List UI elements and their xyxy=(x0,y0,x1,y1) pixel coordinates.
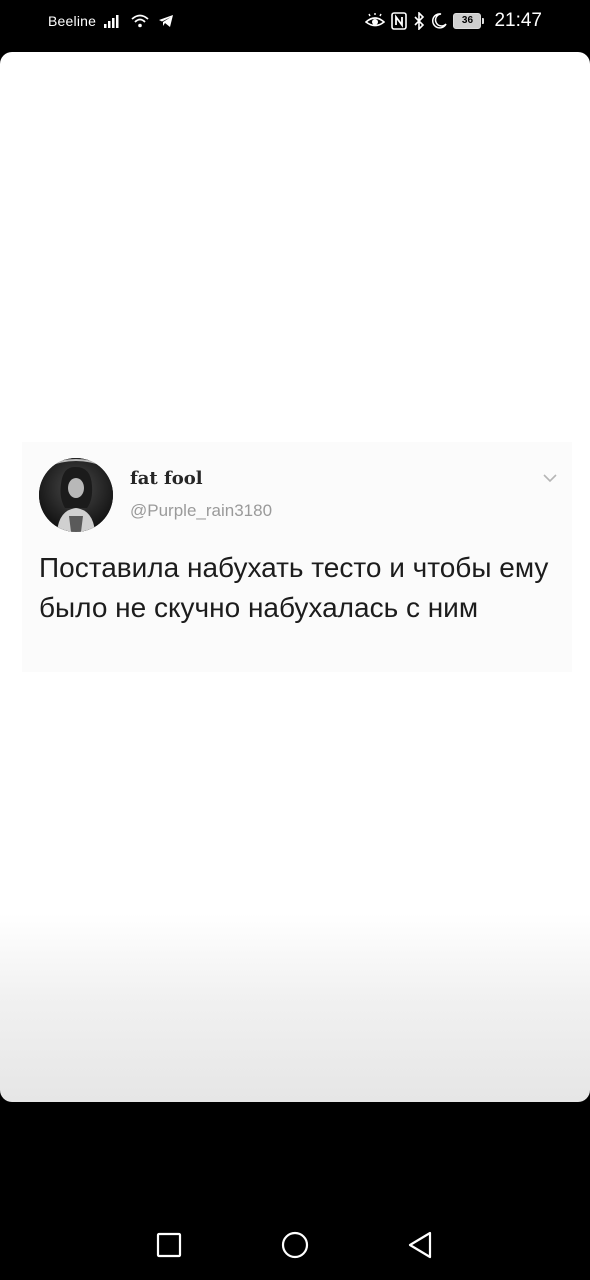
nfc-icon xyxy=(391,12,408,30)
telegram-icon xyxy=(158,14,174,28)
wifi-icon xyxy=(130,13,150,29)
avatar xyxy=(39,458,113,532)
user-handle: @Purple_rain3180 xyxy=(130,501,273,520)
chevron-down-icon xyxy=(542,470,558,488)
story-card[interactable]: fat fool @Purple_rain3180 Поставила набу… xyxy=(0,52,590,1102)
do-not-disturb-icon xyxy=(431,13,448,29)
carrier-name: Beeline xyxy=(48,13,97,29)
home-button[interactable] xyxy=(280,1230,310,1260)
tweet-screenshot: fat fool @Purple_rain3180 Поставила набу… xyxy=(22,442,572,672)
phone-screen: Beeline 36 21:47 fat fool @Purple_rain31… xyxy=(0,0,590,1280)
bluetooth-icon xyxy=(413,12,425,30)
status-bar: Beeline 36 21:47 xyxy=(0,0,590,46)
recent-apps-icon xyxy=(156,1232,182,1258)
status-right: 36 21:47 xyxy=(365,10,542,32)
battery-level: 36 xyxy=(453,13,482,29)
signal-icon xyxy=(104,14,122,28)
clock: 21:47 xyxy=(494,10,542,31)
battery-icon: 36 xyxy=(453,13,485,29)
back-button[interactable] xyxy=(405,1230,435,1260)
tweet-text: Поставила набухать тесто и чтобы ему был… xyxy=(39,552,549,623)
back-icon xyxy=(408,1231,432,1259)
home-icon xyxy=(281,1231,309,1259)
battery-tip xyxy=(482,18,485,24)
display-name: fat fool xyxy=(130,468,203,489)
status-left: Beeline xyxy=(48,13,174,29)
eye-comfort-icon xyxy=(365,13,386,29)
recent-apps-button[interactable] xyxy=(154,1230,184,1260)
navigation-bar xyxy=(0,1200,590,1280)
